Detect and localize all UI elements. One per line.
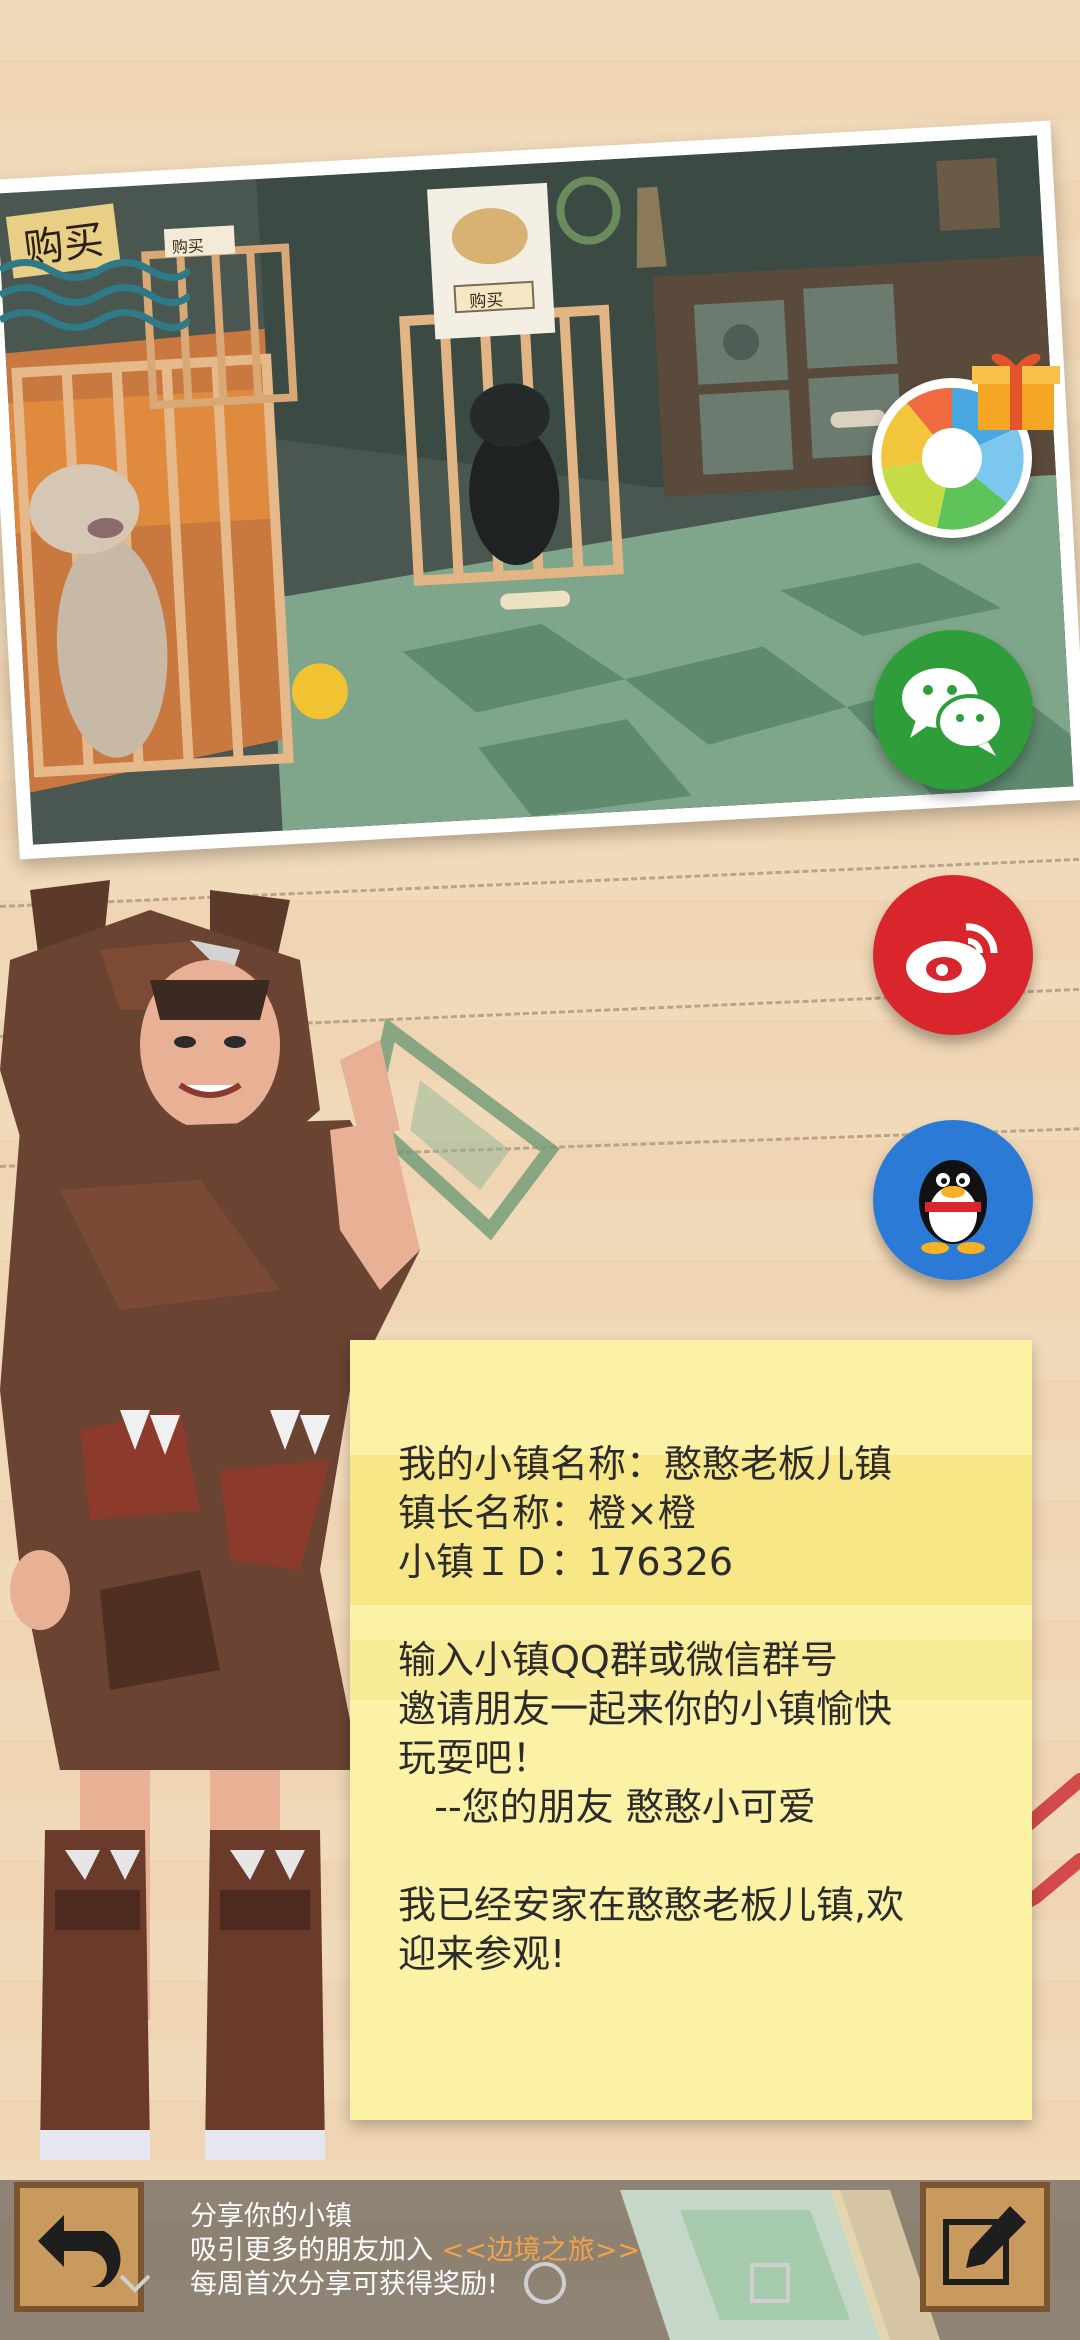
qq-icon	[919, 1160, 987, 1254]
back-arrow-icon	[38, 2215, 121, 2287]
nav-recents-icon[interactable]	[745, 2258, 795, 2308]
wechat-icon	[902, 668, 1004, 756]
settled-line: 我已经安家在憨憨老板儿镇,欢	[398, 1883, 905, 1927]
edit-pencil-icon	[943, 2206, 1026, 2285]
invite-note: 我的小镇名称：憨憨老板儿镇 镇长名称：橙×橙 小镇ＩＤ：176326 输入小镇Q…	[350, 1340, 1032, 2120]
signature-line: --您的朋友 憨憨小可爱	[398, 1785, 816, 1829]
share-title: 分享你的小镇	[190, 2201, 352, 2232]
settled-line: 迎来参观!	[398, 1932, 566, 1976]
attract-prefix: 吸引更多的朋友加入	[190, 2235, 442, 2266]
qq-share-button[interactable]	[873, 1120, 1033, 1280]
town-id-line: 小镇ＩＤ：176326	[398, 1540, 734, 1584]
nav-down-icon[interactable]	[115, 2268, 155, 2298]
weibo-icon	[906, 923, 998, 993]
mayor-name-line: 镇长名称：橙×橙	[398, 1491, 696, 1535]
edit-button[interactable]	[920, 2182, 1050, 2312]
postmark-icon	[0, 259, 190, 331]
sign-buy-center: 购买	[468, 290, 504, 313]
invite-line: 玩耍吧！	[398, 1736, 551, 1780]
town-name-line: 我的小镇名称：憨憨老板儿镇	[398, 1442, 893, 1486]
gift-icon[interactable]	[966, 338, 1066, 438]
reward-text: 每周首次分享可获得奖励!	[190, 2269, 498, 2300]
wechat-share-button[interactable]	[873, 630, 1033, 790]
invite-line: 输入小镇QQ群或微信群号	[398, 1638, 838, 1682]
share-promo-text: 分享你的小镇 吸引更多的朋友加入 <<边境之旅>> 每周首次分享可获得奖励!	[190, 2200, 640, 2302]
nav-home-icon[interactable]	[520, 2258, 570, 2308]
invite-line: 邀请朋友一起来你的小镇愉快	[398, 1687, 893, 1731]
weibo-share-button[interactable]	[873, 875, 1033, 1035]
